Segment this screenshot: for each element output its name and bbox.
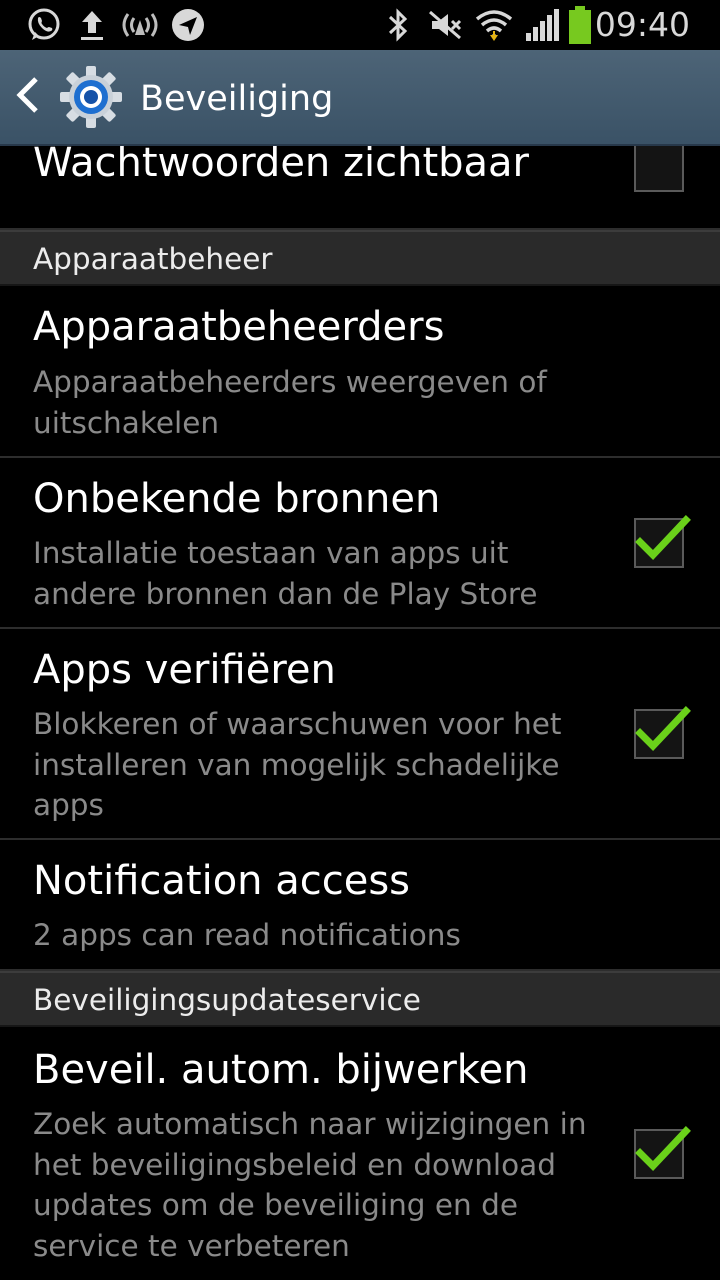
pref-passwords-visible[interactable]: Wachtwoorden zichtbaar	[0, 146, 720, 230]
pref-summary: Installatie toestaan van apps uit andere…	[33, 536, 538, 611]
pref-title: Wachtwoorden zichtbaar	[33, 146, 529, 186]
settings-gear-icon[interactable]	[58, 64, 124, 130]
pref-notification-access[interactable]: Notification access 2 apps can read noti…	[0, 840, 720, 971]
pref-title: Apps verifiëren	[33, 647, 336, 693]
section-header-device-admin: Apparaatbeheer	[0, 230, 720, 286]
pref-title: Beveil. autom. bijwerken	[33, 1047, 529, 1093]
battery-icon	[566, 0, 594, 50]
whatsapp-icon	[24, 0, 64, 50]
verify-apps-checkbox[interactable]	[634, 706, 691, 759]
wifi-icon	[474, 0, 514, 50]
navigation-icon	[170, 0, 206, 50]
screen-title: Beveiliging	[140, 79, 334, 119]
signal-icon	[522, 0, 562, 50]
clock-time: 09:40	[594, 5, 690, 44]
upload-icon	[76, 0, 108, 50]
wireless-icon	[120, 0, 160, 50]
pref-verify-apps[interactable]: Apps verifiëren Blokkeren of waarschuwen…	[0, 629, 720, 840]
check-mark-icon	[635, 515, 691, 561]
pref-title: Notification access	[33, 858, 411, 904]
auto-update-checkbox[interactable]	[634, 1126, 691, 1179]
section-header-label: Beveiligingsupdateservice	[33, 983, 421, 1017]
pref-summary: Zoek automatisch naar wijzigingen in het…	[33, 1107, 587, 1263]
bluetooth-icon	[384, 0, 412, 50]
pref-unknown-sources[interactable]: Onbekende bronnen Installatie toestaan v…	[0, 458, 720, 629]
settings-list[interactable]: Wachtwoorden zichtbaar Apparaatbeheer Ap…	[0, 146, 720, 1280]
status-bar: 09:40	[0, 0, 720, 50]
pref-auto-update[interactable]: Beveil. autom. bijwerken Zoek automatisc…	[0, 1027, 720, 1280]
chevron-left-icon	[12, 75, 42, 119]
pref-summary: Apparaatbeheerders weergeven of uitschak…	[33, 365, 547, 440]
mute-icon	[426, 0, 464, 50]
unknown-sources-checkbox[interactable]	[634, 515, 691, 568]
passwords-visible-checkbox[interactable]	[634, 146, 684, 192]
check-mark-icon	[635, 1126, 691, 1172]
check-mark-icon	[635, 706, 691, 752]
pref-summary: Blokkeren of waarschuwen voor het instal…	[33, 707, 562, 822]
pref-summary: 2 apps can read notifications	[33, 918, 461, 952]
back-button[interactable]	[12, 50, 48, 144]
action-bar: Beveiliging	[0, 50, 720, 146]
section-header-security-update: Beveiligingsupdateservice	[0, 971, 720, 1027]
section-header-label: Apparaatbeheer	[33, 242, 273, 276]
pref-title: Onbekende bronnen	[33, 476, 441, 522]
pref-title: Apparaatbeheerders	[33, 304, 445, 350]
pref-device-admins[interactable]: Apparaatbeheerders Apparaatbeheerders we…	[0, 286, 720, 458]
